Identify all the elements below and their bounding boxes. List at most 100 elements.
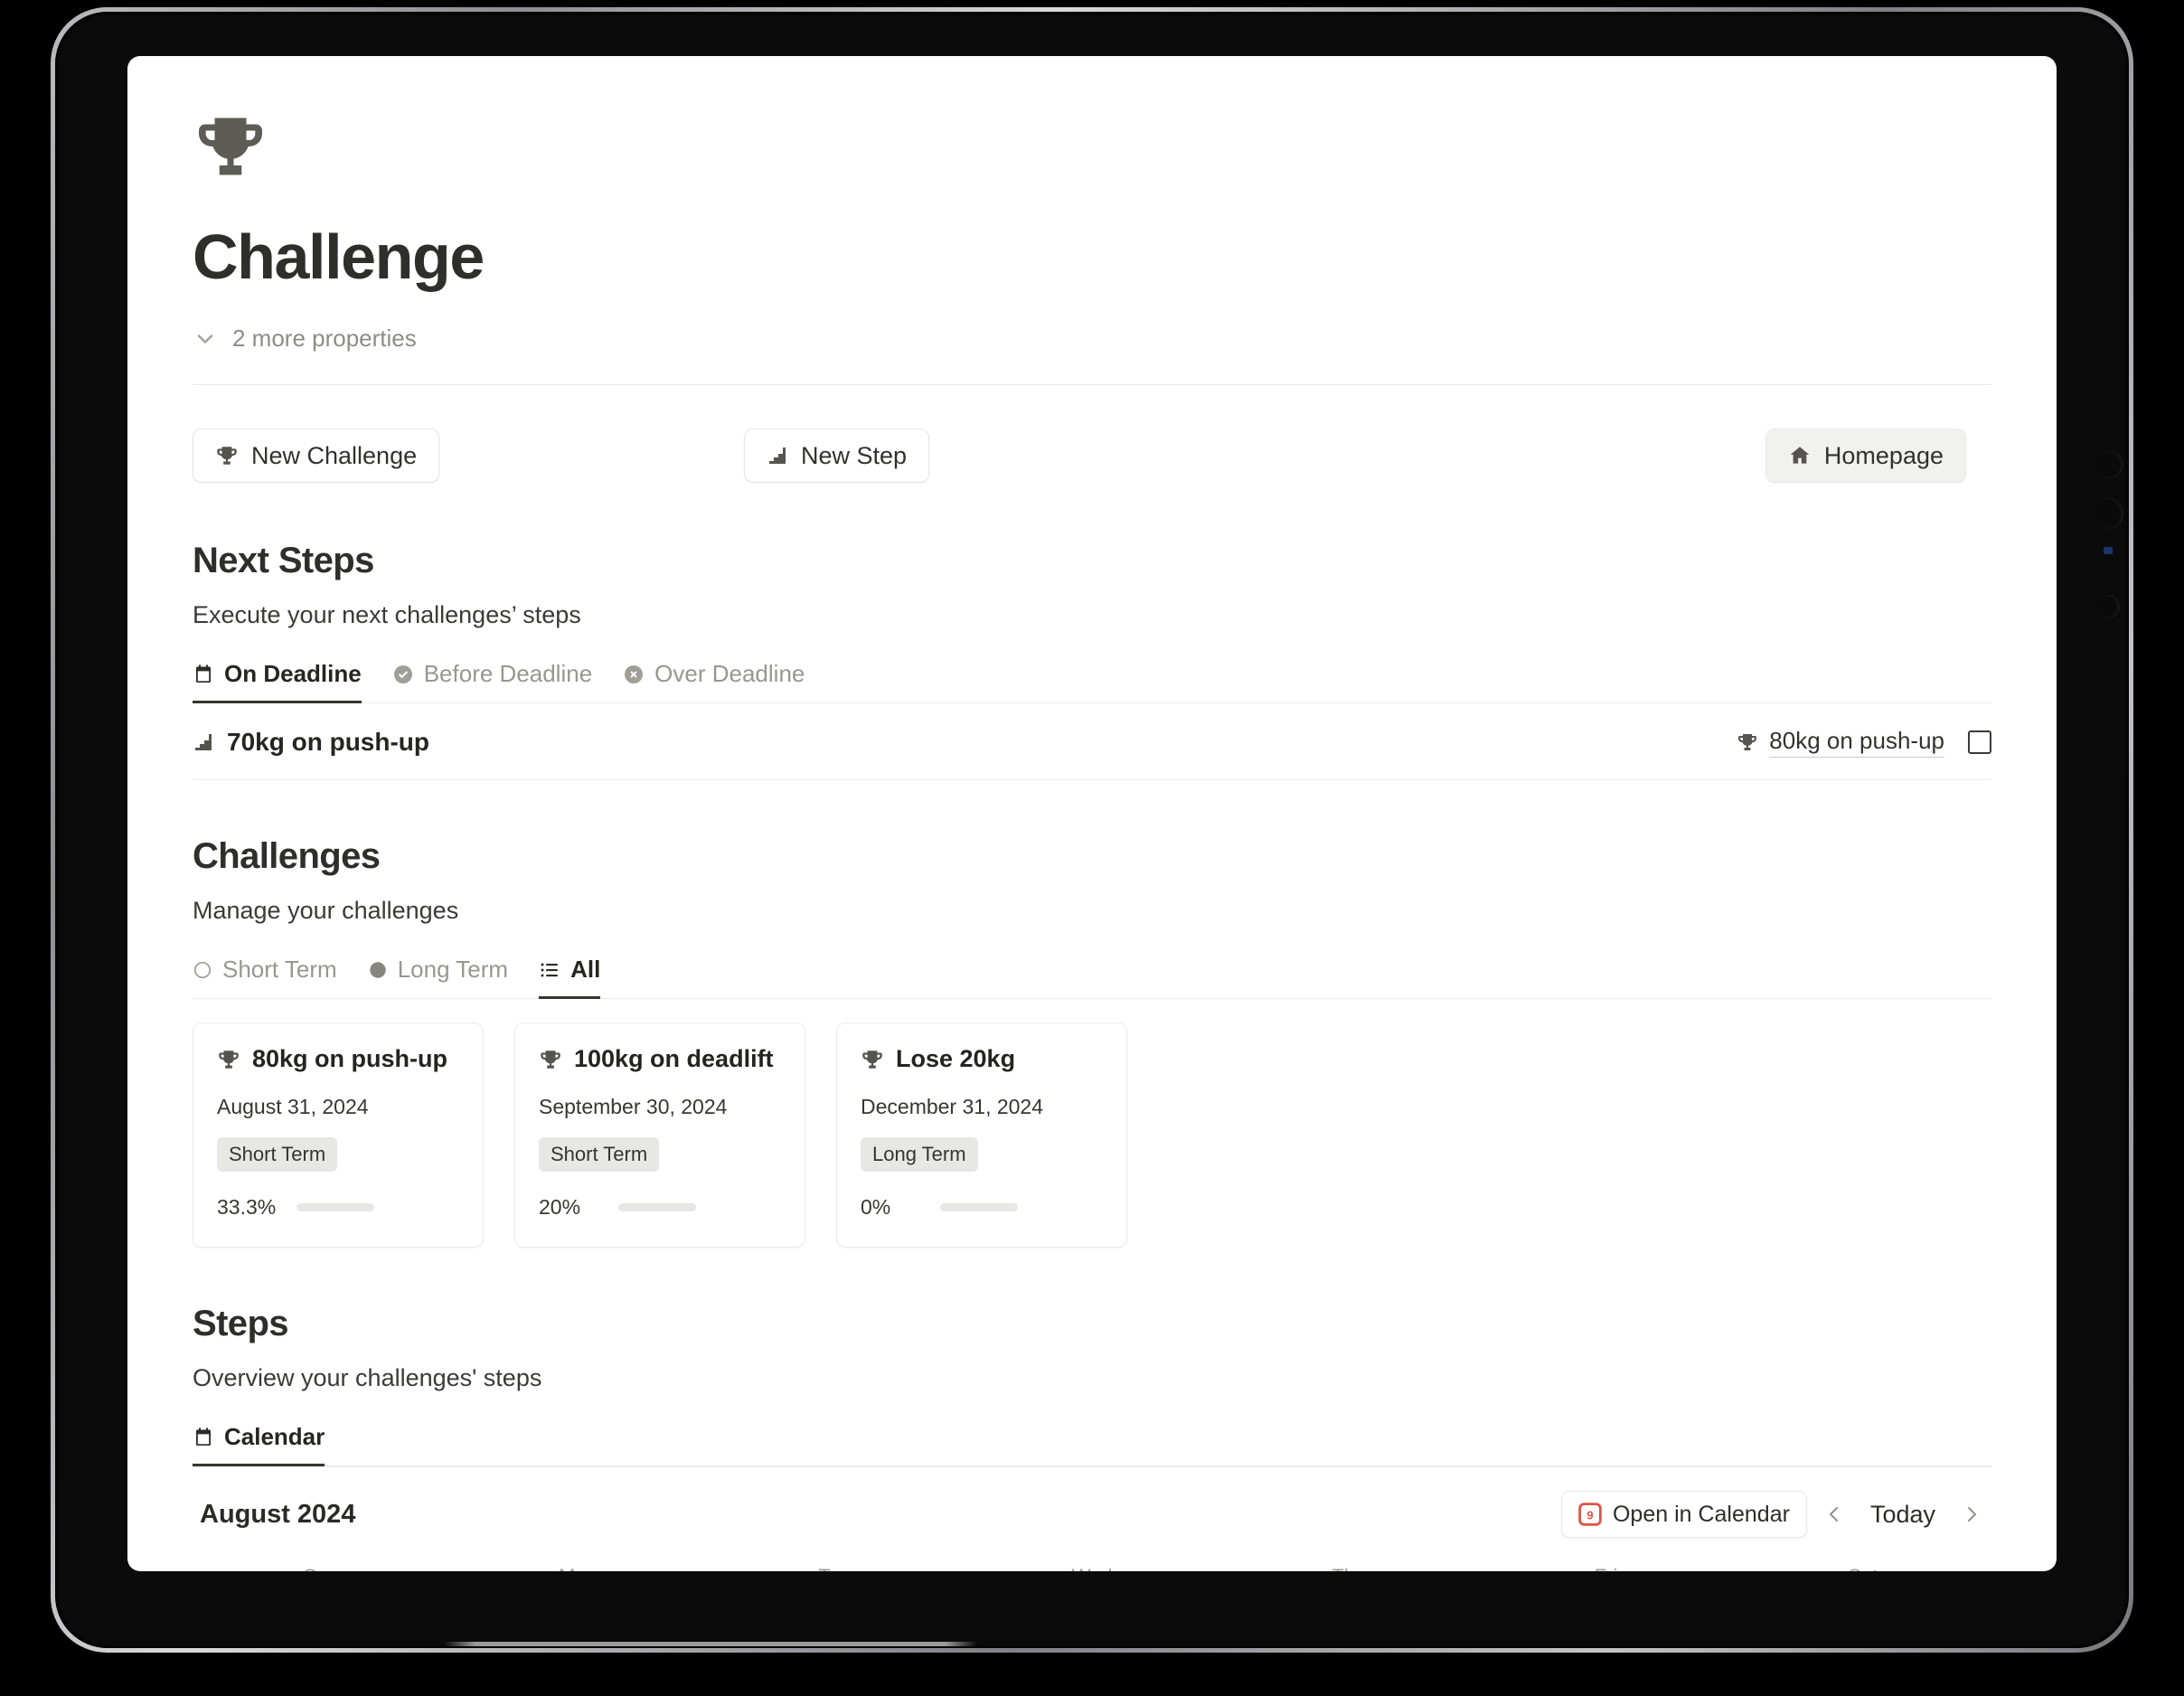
more-properties-label: 2 more properties <box>232 325 417 352</box>
progress-track <box>940 1203 1018 1211</box>
tab-on-deadline[interactable]: On Deadline <box>193 660 362 703</box>
trophy-icon <box>217 1048 240 1071</box>
circle-filled-icon <box>368 960 388 980</box>
tablet-screen: Challenge 2 more properties New Challeng… <box>127 56 2057 1571</box>
tab-long-term[interactable]: Long Term <box>368 956 508 999</box>
next-step-relation-link[interactable]: 80kg on push-up <box>1737 727 1944 758</box>
screenshot-stage: Challenge 2 more properties New Challeng… <box>0 0 2184 1696</box>
challenge-card[interactable]: Lose 20kg December 31, 2024 Long Term 0% <box>836 1022 1127 1248</box>
next-steps-subtitle: Execute your next challenges’ steps <box>193 601 581 628</box>
challenge-card-date: August 31, 2024 <box>217 1095 369 1118</box>
stairs-icon <box>193 731 214 753</box>
tab-short-term-label: Short Term <box>222 956 337 983</box>
calendar-dow: Thu <box>1220 1558 1477 1571</box>
tab-short-term[interactable]: Short Term <box>193 956 337 999</box>
challenge-card[interactable]: 100kg on deadlift September 30, 2024 Sho… <box>514 1022 805 1248</box>
next-step-row[interactable]: 70kg on push-up 80kg on push-up <box>193 703 1991 780</box>
calendar-dow: Tue <box>707 1558 964 1571</box>
next-step-name: 70kg on push-up <box>227 728 429 756</box>
challenge-card-progress: 33.3% <box>217 1195 459 1220</box>
device-button-volume-up[interactable] <box>2096 451 2123 478</box>
challenge-card-progress: 20% <box>539 1195 781 1220</box>
challenge-card-title-group: 80kg on push-up <box>217 1045 459 1073</box>
new-challenge-button[interactable]: New Challenge <box>193 429 440 483</box>
calendar-controls: 9 Open in Calendar Today <box>1560 1491 1991 1538</box>
challenge-card-progress-label: 0% <box>861 1195 891 1219</box>
homepage-button[interactable]: Homepage <box>1765 429 1966 483</box>
tablet-device-frame: Challenge 2 more properties New Challeng… <box>51 7 2133 1653</box>
challenge-card-title: 100kg on deadlift <box>574 1045 774 1072</box>
calendar-dow: Sun <box>193 1558 449 1571</box>
stairs-icon <box>767 445 788 466</box>
more-properties-toggle[interactable]: 2 more properties <box>193 325 1991 353</box>
open-in-calendar-button[interactable]: 9 Open in Calendar <box>1560 1491 1807 1538</box>
tab-on-deadline-label: On Deadline <box>224 660 362 687</box>
app-page: Challenge 2 more properties New Challeng… <box>127 108 2057 1571</box>
challenge-card-tag: Long Term <box>861 1137 978 1172</box>
tab-before-deadline[interactable]: Before Deadline <box>392 660 592 703</box>
challenge-card-title: 80kg on push-up <box>252 1045 447 1072</box>
steps-title: Steps <box>193 1304 289 1343</box>
challenge-card-title: Lose 20kg <box>896 1045 1016 1072</box>
challenge-card-tag: Short Term <box>217 1137 338 1172</box>
trophy-icon <box>215 444 239 467</box>
tab-long-term-label: Long Term <box>397 956 509 983</box>
trophy-icon <box>1737 731 1758 753</box>
apple-calendar-icon: 9 <box>1578 1503 1602 1526</box>
device-button-volume-down[interactable] <box>2093 498 2123 529</box>
svg-text:9: 9 <box>1586 1508 1593 1522</box>
tab-all-label: All <box>570 956 601 983</box>
steps-subtitle: Overview your challenges' steps <box>193 1364 542 1391</box>
calendar-icon <box>193 664 214 685</box>
check-circle-icon <box>392 664 414 685</box>
home-icon <box>1788 444 1812 467</box>
tab-over-deadline[interactable]: Over Deadline <box>623 660 805 703</box>
homepage-label: Homepage <box>1823 441 1944 469</box>
tab-before-deadline-label: Before Deadline <box>423 660 593 687</box>
x-circle-icon <box>623 664 645 685</box>
page-title: Challenge <box>193 221 485 292</box>
chevron-down-icon <box>193 326 218 352</box>
device-indicator-led <box>2104 547 2113 554</box>
challenge-card-tag: Short Term <box>539 1137 660 1172</box>
challenge-card[interactable]: 80kg on push-up August 31, 2024 Short Te… <box>193 1022 484 1248</box>
next-step-checkbox[interactable] <box>1968 730 1991 754</box>
circle-outline-icon <box>193 960 212 980</box>
calendar-day-headers: Sun Mon Tue Wed Thu Fri Sat <box>193 1558 1991 1571</box>
tab-over-deadline-label: Over Deadline <box>654 660 805 687</box>
challenge-card-title-group: 100kg on deadlift <box>539 1045 781 1073</box>
next-step-right-group: 80kg on push-up <box>1737 727 1991 758</box>
new-step-label: New Step <box>801 441 908 469</box>
action-button-row: New Challenge New Step Homepage <box>193 427 1991 485</box>
trophy-icon <box>861 1048 884 1071</box>
calendar-month-label: August 2024 <box>200 1499 356 1529</box>
next-step-relation-label: 80kg on push-up <box>1769 727 1944 758</box>
challenge-card-progress: 0% <box>861 1195 1103 1220</box>
progress-track <box>618 1203 696 1211</box>
challenge-card-list: 80kg on push-up August 31, 2024 Short Te… <box>193 1022 1991 1248</box>
challenges-tabbar: Short Term Long Term All <box>193 956 1991 999</box>
next-steps-tabbar: On Deadline Before Deadline Over Deadlin… <box>193 660 1991 703</box>
device-bottom-edge <box>444 1642 977 1646</box>
page-icon-trophy-icon <box>193 108 1991 189</box>
tab-calendar[interactable]: Calendar <box>193 1423 325 1466</box>
challenge-card-title-group: Lose 20kg <box>861 1045 1103 1073</box>
calendar-today-button[interactable]: Today <box>1861 1501 1944 1529</box>
challenge-card-progress-label: 20% <box>539 1195 581 1219</box>
calendar-next-button[interactable] <box>1952 1493 1991 1535</box>
open-in-calendar-label: Open in Calendar <box>1612 1501 1790 1527</box>
calendar-dow: Wed <box>964 1558 1220 1571</box>
header-divider <box>193 384 1991 385</box>
challenge-card-date: September 30, 2024 <box>539 1095 728 1118</box>
progress-track <box>297 1203 374 1211</box>
calendar-prev-button[interactable] <box>1814 1493 1854 1535</box>
challenge-card-date: December 31, 2024 <box>861 1095 1044 1118</box>
calendar-dow: Sat <box>1735 1558 1991 1571</box>
device-button-power[interactable] <box>2096 595 2120 618</box>
challenges-title: Challenges <box>193 836 381 876</box>
tab-all[interactable]: All <box>539 956 601 999</box>
new-challenge-label: New Challenge <box>251 441 418 469</box>
challenges-subtitle: Manage your challenges <box>193 897 459 924</box>
new-step-button[interactable]: New Step <box>744 429 930 483</box>
calendar-dow: Mon <box>449 1558 706 1571</box>
